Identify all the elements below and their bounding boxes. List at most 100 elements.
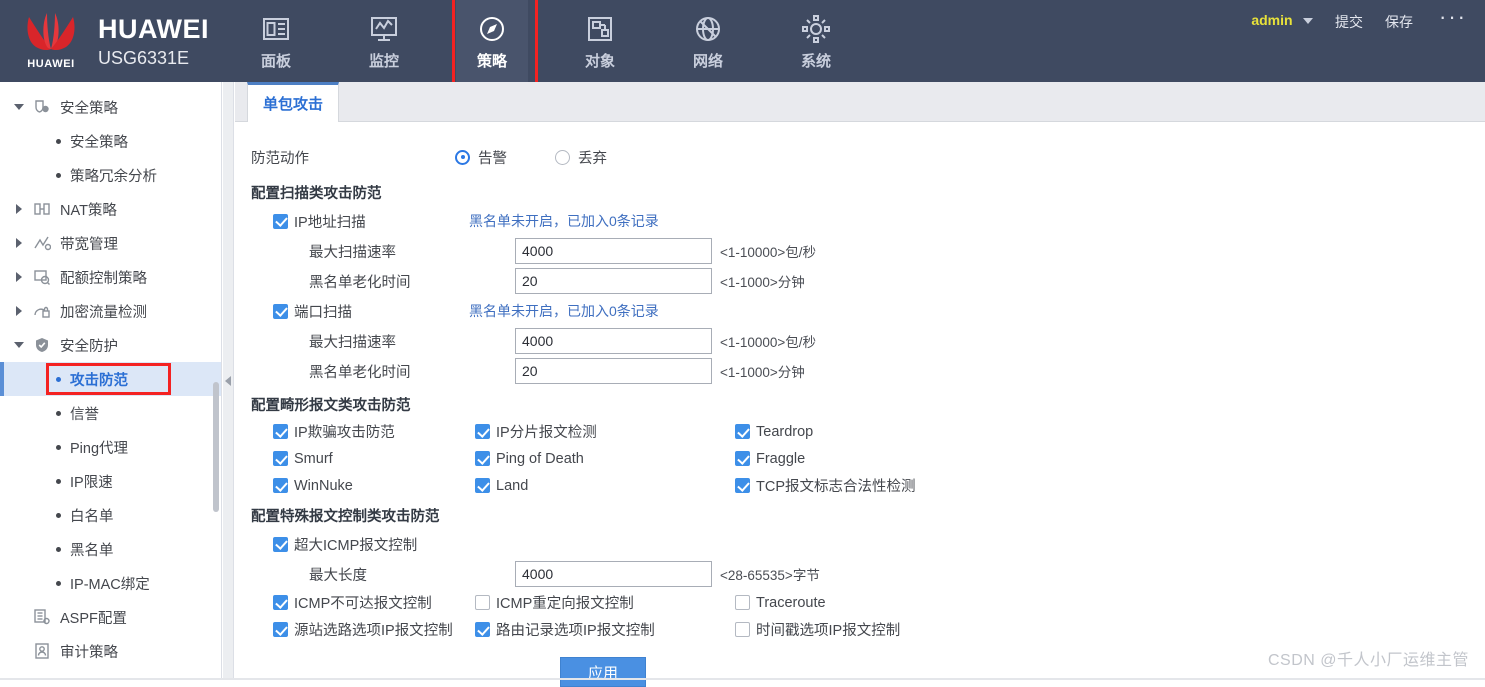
nav-item-network[interactable]: 网络 (672, 0, 744, 82)
sidebar-item-15[interactable]: ASPF配置 (0, 600, 221, 634)
tab-single-packet-attack[interactable]: 单包攻击 (247, 82, 339, 122)
twisty-down-icon[interactable] (12, 338, 26, 352)
sidebar-item-0[interactable]: 安全策略 (0, 90, 221, 124)
checkbox-control[interactable] (735, 595, 750, 610)
checkbox-control[interactable] (273, 451, 288, 466)
sidebar-item-4[interactable]: 带宽管理 (0, 226, 221, 260)
ip-scan-blacklist-note[interactable]: 黑名单未开启，已加入0条记录 (469, 211, 659, 231)
sidebar-item-label: 加密流量检测 (60, 301, 147, 322)
nav-item-monitor[interactable]: 监控 (348, 0, 420, 82)
checkbox-tcp[interactable]: TCP报文标志合法性检测 (735, 475, 1035, 496)
checkbox-control[interactable] (475, 622, 490, 637)
more-options-icon[interactable]: ··· (1439, 12, 1467, 22)
sidebar-item-13[interactable]: 黑名单 (0, 532, 221, 566)
checkbox-icmp[interactable]: ICMP重定向报文控制 (475, 592, 735, 613)
sidebar-item-10[interactable]: Ping代理 (0, 430, 221, 464)
chevron-down-icon (1303, 18, 1313, 24)
checkbox-ping-of-death[interactable]: Ping of Death (475, 451, 735, 467)
main-content: 单包攻击 防范动作 告警 丢弃 配置扫描类攻击防范 IP地址扫描 黑名单未开启，… (235, 82, 1485, 680)
checkbox-ip-address-scan-control[interactable] (273, 214, 288, 229)
checkbox-oversize-icmp-label: 超大ICMP报文控制 (294, 534, 417, 555)
nav-item-panel[interactable]: 面板 (240, 0, 312, 82)
max-length-input[interactable] (515, 561, 712, 587)
twisty-right-icon[interactable] (12, 270, 26, 284)
checkbox-label: TCP报文标志合法性检测 (756, 475, 916, 496)
checkbox-control[interactable] (273, 424, 288, 439)
checkbox-control[interactable] (273, 622, 288, 637)
checkbox-control[interactable] (735, 478, 750, 493)
ip-scan-rate-input[interactable] (515, 238, 712, 264)
checkbox-control[interactable] (475, 424, 490, 439)
port-scan-blacklist-note[interactable]: 黑名单未开启，已加入0条记录 (469, 301, 659, 321)
port-scan-aging-label: 黑名单老化时间 (235, 361, 515, 382)
sidebar-item-12[interactable]: 白名单 (0, 498, 221, 532)
checkbox-port-scan[interactable]: 端口扫描 (235, 301, 469, 322)
ip-scan-aging-input[interactable] (515, 268, 712, 294)
checkbox-ip[interactable]: 路由记录选项IP报文控制 (475, 619, 735, 640)
checkbox-control[interactable] (735, 451, 750, 466)
apply-button[interactable]: 应用 (560, 657, 646, 687)
checkbox-control[interactable] (475, 595, 490, 610)
checkbox-ip-address-scan[interactable]: IP地址扫描 (235, 211, 469, 232)
checkbox-control[interactable] (475, 478, 490, 493)
checkbox-land[interactable]: Land (475, 478, 735, 494)
twisty-right-icon[interactable] (12, 304, 26, 318)
checkbox-traceroute[interactable]: Traceroute (735, 595, 1035, 611)
checkbox-icmp[interactable]: ICMP不可达报文控制 (235, 592, 475, 613)
checkbox-control[interactable] (735, 424, 750, 439)
sidebar-item-6[interactable]: 加密流量检测 (0, 294, 221, 328)
sidebar-item-3[interactable]: NAT策略 (0, 192, 221, 226)
checkbox-ip[interactable]: IP分片报文检测 (475, 421, 735, 442)
user-name: admin (1251, 12, 1292, 28)
save-button[interactable]: 保存 (1385, 12, 1413, 32)
submit-button[interactable]: 提交 (1335, 12, 1363, 32)
checkbox-teardrop[interactable]: Teardrop (735, 424, 1035, 440)
nav-item-object[interactable]: 对象 (564, 0, 636, 82)
compass-icon (477, 12, 507, 46)
sidebar-item-9[interactable]: 信誉 (0, 396, 221, 430)
radio-discard[interactable]: 丢弃 (555, 147, 607, 168)
sidebar-collapse-handle[interactable] (223, 82, 234, 680)
max-length-hint: <28-65535>字节 (720, 564, 820, 584)
watermark-text: CSDN @千人小厂运维主管 (1268, 646, 1469, 670)
icmp-big-row: 超大ICMP报文控制 (235, 529, 1485, 559)
checkbox-control[interactable] (273, 595, 288, 610)
checkbox-ip[interactable]: IP欺骗攻击防范 (235, 421, 475, 442)
sidebar-item-2[interactable]: 策略冗余分析 (0, 158, 221, 192)
radio-discard-control[interactable] (555, 150, 570, 165)
sidebar-item-8[interactable]: 攻击防范 (0, 362, 221, 396)
checkbox-smurf[interactable]: Smurf (235, 451, 475, 467)
checkbox-ip[interactable]: 时间戳选项IP报文控制 (735, 619, 1035, 640)
scan-section-title: 配置扫描类攻击防范 (235, 182, 1485, 203)
radio-alert-control[interactable] (455, 150, 470, 165)
sidebar-item-16[interactable]: 审计策略 (0, 634, 221, 668)
twisty-right-icon[interactable] (12, 236, 26, 250)
nav-item-system[interactable]: 系统 (780, 0, 852, 82)
checkbox-ip[interactable]: 源站选路选项IP报文控制 (235, 619, 475, 640)
checkbox-oversize-icmp[interactable]: 超大ICMP报文控制 (235, 534, 417, 555)
sidebar-item-1[interactable]: 安全策略 (0, 124, 221, 158)
nav-item-policy[interactable]: 策略 (456, 0, 528, 82)
sidebar-item-5[interactable]: 配额控制策略 (0, 260, 221, 294)
twisty-down-icon[interactable] (12, 100, 26, 114)
checkbox-winnuke[interactable]: WinNuke (235, 478, 475, 494)
twisty-right-icon[interactable] (12, 202, 26, 216)
checkbox-control[interactable] (735, 622, 750, 637)
port-scan-rate-input[interactable] (515, 328, 712, 354)
malformed-section-title: 配置畸形报文类攻击防范 (235, 394, 1485, 415)
bullet-icon (56, 479, 61, 484)
sidebar-item-11[interactable]: IP限速 (0, 464, 221, 498)
nav-label: 对象 (585, 50, 615, 71)
checkbox-fraggle[interactable]: Fraggle (735, 451, 1035, 467)
sidebar-scrollbar[interactable] (213, 382, 219, 512)
checkbox-control[interactable] (273, 478, 288, 493)
checkbox-control[interactable] (475, 451, 490, 466)
sidebar-item-14[interactable]: IP-MAC绑定 (0, 566, 221, 600)
port-scan-aging-input[interactable] (515, 358, 712, 384)
sidebar-item-7[interactable]: 安全防护 (0, 328, 221, 362)
checkbox-port-scan-control[interactable] (273, 304, 288, 319)
checkbox-oversize-icmp-control[interactable] (273, 537, 288, 552)
ip-scan-rate-hint: <1-10000>包/秒 (720, 241, 816, 261)
user-menu[interactable]: admin (1251, 12, 1313, 30)
radio-alert[interactable]: 告警 (455, 147, 555, 168)
